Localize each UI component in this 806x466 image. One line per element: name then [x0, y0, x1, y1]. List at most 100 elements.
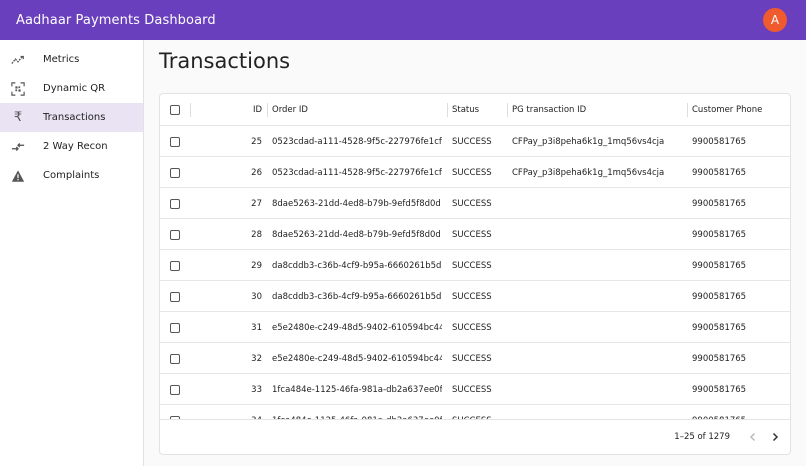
cell-pg-transaction-id	[512, 219, 686, 250]
table-row[interactable]: 33 1fca484e-1125-46fa-981a-db2a637ee0fe …	[160, 374, 790, 405]
cell-customer-phone: 9900581765	[692, 353, 747, 364]
cell-status: SUCCESS	[452, 167, 492, 178]
column-header-pg-transaction-id[interactable]: PG transaction ID	[507, 103, 687, 117]
select-all-checkbox[interactable]	[170, 105, 180, 115]
cell-id: 29	[251, 260, 262, 271]
table-header: ID Order ID Status PG transaction ID Cus…	[160, 94, 790, 126]
cell-pg-transaction-id	[512, 250, 686, 281]
row-checkbox[interactable]	[170, 353, 180, 364]
cell-status: SUCCESS	[452, 260, 492, 271]
cell-status: SUCCESS	[452, 353, 492, 364]
cell-order-id: da8cddb3-c36b-4cf9-b95a-6660261b5d	[272, 291, 442, 302]
cell-customer-phone: 9900581765	[692, 167, 747, 178]
cell-status: SUCCESS	[452, 136, 492, 147]
cell-id: 27	[251, 198, 262, 209]
table-row[interactable]: 31 e5e2480e-c249-48d5-9402-610594bc44 SU…	[160, 312, 790, 343]
table-row[interactable]: 29 da8cddb3-c36b-4cf9-b95a-6660261b5d SU…	[160, 250, 790, 281]
column-header-id[interactable]: ID	[190, 103, 262, 117]
sidebar-item-label: Transactions	[43, 112, 106, 123]
table-body: 25 0523cdad-a111-4528-9f5c-227976fe1cf2 …	[160, 126, 790, 419]
table-row[interactable]: 26 0523cdad-a111-4528-9f5c-227976fe1cf2 …	[160, 157, 790, 188]
table-row[interactable]: 34 1fca484e-1125-46fa-981a-db2a637ee0fe …	[160, 405, 790, 419]
row-checkbox[interactable]	[170, 260, 180, 271]
rupee-icon: ₹	[13, 110, 23, 125]
row-checkbox[interactable]	[170, 384, 180, 395]
page-title: Transactions	[159, 49, 291, 73]
table-row[interactable]: 25 0523cdad-a111-4528-9f5c-227976fe1cf2 …	[160, 126, 790, 157]
row-checkbox[interactable]	[170, 229, 180, 240]
cell-pg-transaction-id: CFPay_p3i8peha6k1g_1mq56vs4cja	[512, 167, 665, 178]
transactions-table: ID Order ID Status PG transaction ID Cus…	[159, 93, 791, 455]
previous-page-button[interactable]	[744, 428, 762, 446]
cell-pg-transaction-id	[512, 343, 686, 374]
cell-order-id: 0523cdad-a111-4528-9f5c-227976fe1cf2	[272, 167, 442, 178]
cell-id: 32	[251, 353, 262, 364]
column-header-order-id[interactable]: Order ID	[267, 103, 447, 117]
cell-customer-phone: 9900581765	[692, 198, 747, 209]
sidebar-item-transactions[interactable]: ₹ Transactions	[0, 103, 143, 132]
cell-order-id: 1fca484e-1125-46fa-981a-db2a637ee0fe	[272, 405, 442, 420]
cell-id: 31	[251, 322, 262, 333]
app-bar: Aadhaar Payments Dashboard A	[0, 0, 806, 40]
cell-customer-phone: 9900581765	[692, 384, 747, 395]
avatar[interactable]: A	[763, 8, 787, 32]
cell-status: SUCCESS	[452, 322, 492, 333]
cell-order-id: e5e2480e-c249-48d5-9402-610594bc44	[272, 322, 442, 333]
cell-pg-transaction-id	[512, 374, 686, 405]
cell-status: SUCCESS	[452, 405, 506, 420]
qr-code-icon	[11, 81, 25, 96]
cell-id: 28	[251, 229, 262, 240]
next-page-button[interactable]	[766, 428, 784, 446]
cell-status: SUCCESS	[452, 291, 492, 302]
cell-pg-transaction-id: CFPay_p3i8peha6k1g_1mq56vs4cja	[512, 136, 665, 147]
sidebar: Metrics Dynamic QR ₹ Transactions 2 Way …	[0, 40, 144, 466]
table-row[interactable]: 28 8dae5263-21dd-4ed8-b79b-9efd5f8d0d SU…	[160, 219, 790, 250]
cell-order-id: 0523cdad-a111-4528-9f5c-227976fe1cf2	[272, 136, 442, 147]
column-header-status[interactable]: Status	[447, 103, 507, 117]
row-checkbox[interactable]	[170, 291, 180, 302]
pagination-range: 1–25 of 1279	[674, 432, 730, 442]
cell-id: 25	[251, 136, 262, 147]
sidebar-item-label: Metrics	[43, 54, 80, 65]
sidebar-item-metrics[interactable]: Metrics	[0, 45, 143, 74]
cell-id: 34	[220, 405, 262, 420]
table-row[interactable]: 30 da8cddb3-c36b-4cf9-b95a-6660261b5d SU…	[160, 281, 790, 312]
cell-id: 30	[251, 291, 262, 302]
cell-id: 33	[251, 384, 262, 395]
main-content: Transactions ID Order ID Status PG trans…	[144, 40, 806, 466]
table-row[interactable]: 27 8dae5263-21dd-4ed8-b79b-9efd5f8d0d SU…	[160, 188, 790, 219]
sidebar-item-2-way-recon[interactable]: 2 Way Recon	[0, 132, 143, 161]
cell-customer-phone: 9900581765	[692, 260, 747, 271]
sidebar-item-label: 2 Way Recon	[43, 141, 108, 152]
cell-order-id: e5e2480e-c249-48d5-9402-610594bc44	[272, 353, 442, 364]
cell-status: SUCCESS	[452, 384, 492, 395]
table-row[interactable]: 32 e5e2480e-c249-48d5-9402-610594bc44 SU…	[160, 343, 790, 374]
cell-order-id: da8cddb3-c36b-4cf9-b95a-6660261b5d	[272, 260, 442, 271]
warning-icon	[11, 169, 25, 183]
cell-order-id: 8dae5263-21dd-4ed8-b79b-9efd5f8d0d	[272, 229, 441, 240]
cell-order-id: 8dae5263-21dd-4ed8-b79b-9efd5f8d0d	[272, 198, 441, 209]
cell-id: 26	[251, 167, 262, 178]
cell-pg-transaction-id	[512, 405, 686, 419]
cell-customer-phone: 9900581765	[692, 136, 747, 147]
select-all-cell	[170, 94, 180, 126]
row-checkbox[interactable]	[170, 167, 180, 178]
cell-order-id: 1fca484e-1125-46fa-981a-db2a637ee0fe	[272, 384, 442, 395]
sidebar-item-complaints[interactable]: Complaints	[0, 161, 143, 190]
sidebar-item-dynamic-qr[interactable]: Dynamic QR	[0, 74, 143, 103]
pagination: 1–25 of 1279	[160, 419, 790, 454]
trending-icon	[11, 53, 25, 67]
column-header-customer-phone[interactable]: Customer Phone	[687, 103, 790, 117]
cell-customer-phone: 9900581765	[692, 291, 747, 302]
chevron-right-icon	[772, 432, 779, 442]
row-checkbox[interactable]	[170, 322, 180, 333]
row-checkbox[interactable]	[170, 198, 180, 209]
cell-pg-transaction-id	[512, 312, 686, 343]
cell-customer-phone: 9900581765	[692, 229, 747, 240]
cell-customer-phone: 9900581765	[692, 405, 782, 420]
sidebar-item-label: Complaints	[43, 170, 100, 181]
row-checkbox[interactable]	[170, 136, 180, 147]
cell-status: SUCCESS	[452, 198, 492, 209]
compare-arrows-icon	[11, 140, 25, 154]
sidebar-item-label: Dynamic QR	[43, 83, 106, 94]
